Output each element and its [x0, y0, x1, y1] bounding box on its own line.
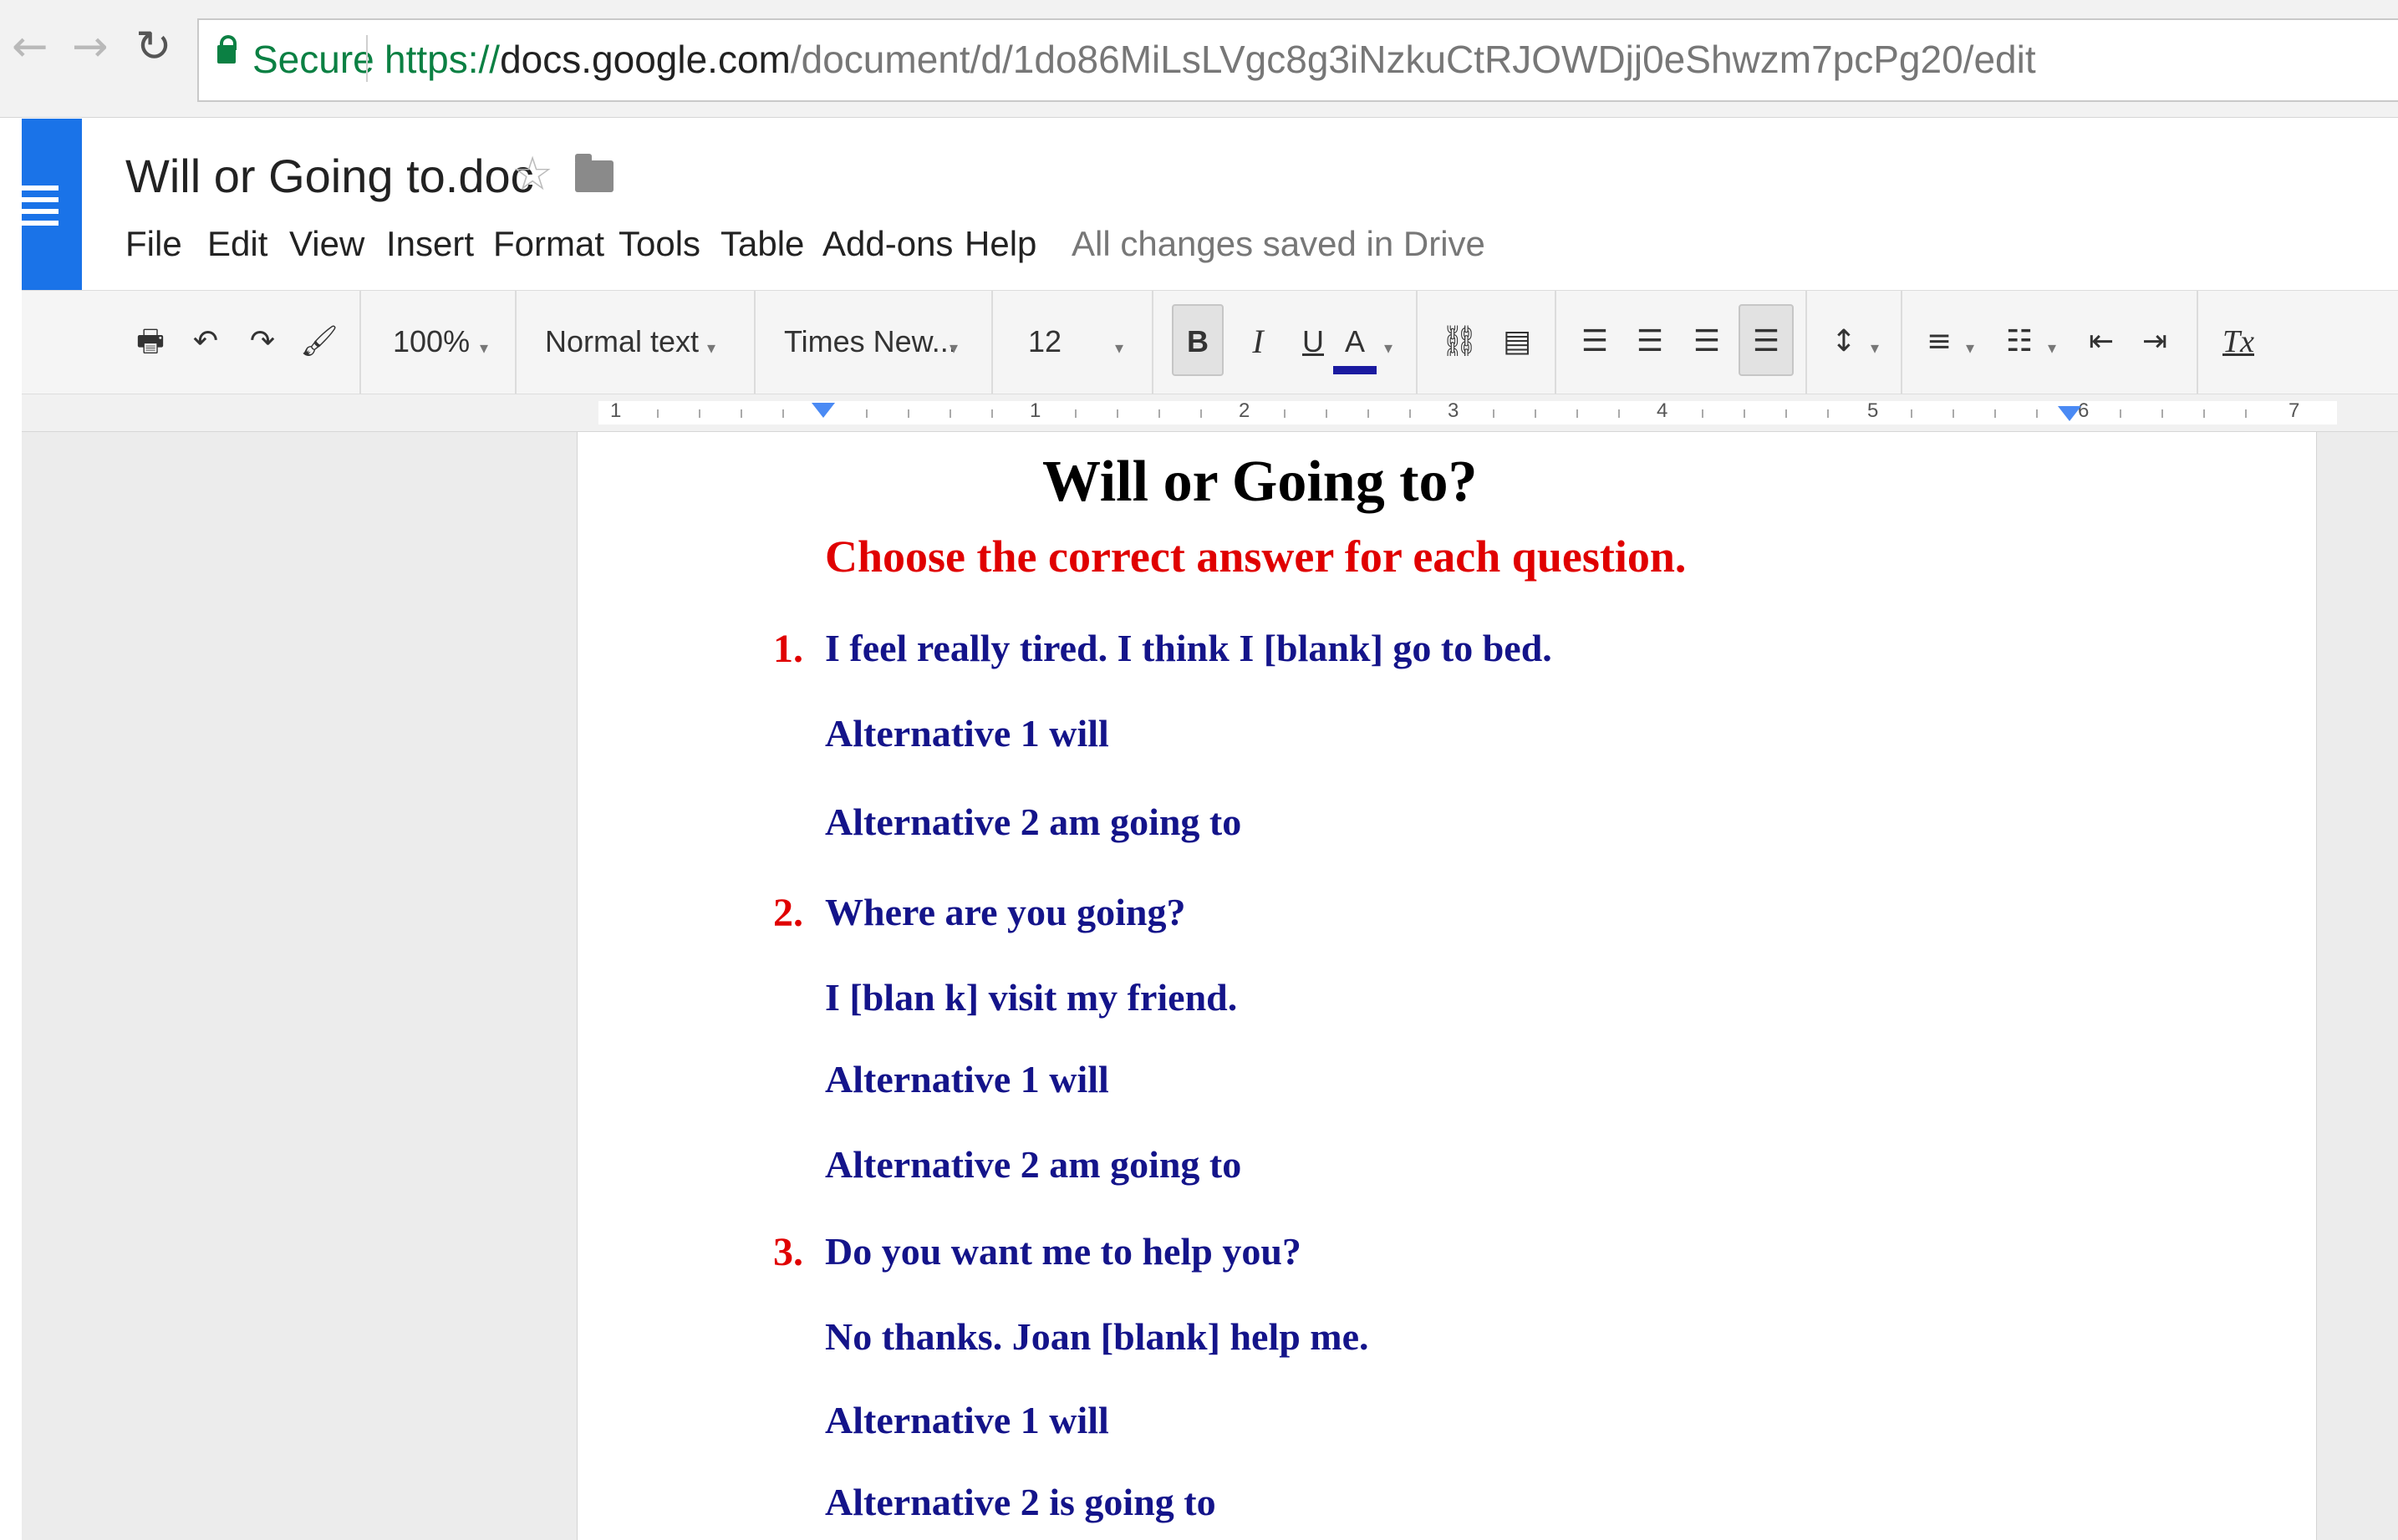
toolbar: 🖶 ↶ ↷ 🖌 100% ▾ Normal text ▾ Times New..…: [22, 290, 2398, 394]
reload-icon[interactable]: ↻: [135, 25, 172, 69]
undo-icon[interactable]: ↶: [184, 313, 227, 371]
url-path: /document/d/1do86MiLsLVgc8g3iNzkuCtRJOWD…: [790, 38, 2036, 81]
menu-insert[interactable]: Insert: [386, 224, 474, 264]
lock-icon: [217, 35, 237, 69]
style-select[interactable]: Normal text: [545, 313, 699, 371]
forward-icon[interactable]: →: [72, 25, 109, 69]
ruler-number: 7: [2289, 399, 2300, 422]
question-number: 2.: [773, 891, 803, 935]
align-left-icon[interactable]: ☰: [1571, 313, 1618, 371]
align-right-icon[interactable]: ☰: [1683, 313, 1730, 371]
menu-table[interactable]: Table: [720, 224, 804, 264]
url-host: docs.google.com: [500, 38, 791, 81]
ruler-number: 5: [1867, 399, 1879, 422]
font-select[interactable]: Times New...: [784, 313, 957, 371]
omnibox-divider: [366, 35, 368, 82]
menu-edit[interactable]: Edit: [207, 224, 267, 264]
paint-format-icon[interactable]: 🖌: [298, 313, 341, 371]
document-page[interactable]: Will or Going to? Choose the correct ans…: [577, 432, 2317, 1540]
bulleted-list-icon[interactable]: ☷: [1996, 313, 2043, 371]
url-text[interactable]: https://docs.google.com/document/d/1do86…: [384, 37, 2036, 82]
answer-line: Alternative 2 is going to: [825, 1481, 1216, 1523]
question-number: 1.: [773, 627, 803, 671]
menu-addons[interactable]: Add-ons: [822, 224, 953, 264]
underline-button[interactable]: U: [1291, 313, 1336, 371]
star-icon[interactable]: ☆: [512, 147, 553, 201]
answer-line: Alternative 2 am going to: [825, 800, 1242, 843]
style-caret-icon[interactable]: ▾: [707, 338, 715, 358]
bold-button[interactable]: B: [1175, 313, 1220, 371]
numbered-list-caret-icon[interactable]: ▾: [1966, 338, 1974, 358]
numbered-list-icon[interactable]: ≡: [1916, 313, 1963, 371]
redo-icon[interactable]: ↷: [241, 313, 284, 371]
right-indent-marker[interactable]: [2058, 406, 2081, 421]
document-title[interactable]: Will or Going to.doc: [125, 149, 534, 203]
ruler-number: 1: [1030, 399, 1041, 422]
folder-icon[interactable]: [575, 154, 614, 192]
increase-indent-icon[interactable]: ⇥: [2131, 313, 2178, 371]
ruler-number: 1: [610, 399, 622, 422]
question-number: 3.: [773, 1230, 803, 1274]
ruler: 1 1 2 3 4 5 6 7: [22, 394, 2398, 432]
print-icon[interactable]: 🖶: [129, 313, 172, 371]
ruler-number: 4: [1657, 399, 1668, 422]
answer-line: No thanks. Joan [blank] help me.: [825, 1315, 1369, 1358]
clear-formatting-button[interactable]: Tx: [2213, 313, 2263, 371]
menu-view[interactable]: View: [289, 224, 364, 264]
menu-tools[interactable]: Tools: [619, 224, 700, 264]
answer-line: I [blan k] visit my friend.: [825, 976, 1238, 1019]
decrease-indent-icon[interactable]: ⇤: [2078, 313, 2125, 371]
address-bar[interactable]: Secure https://docs.google.com/document/…: [197, 18, 2398, 102]
answer-line: Alternative 1 will: [825, 1058, 1109, 1100]
doc-instruction: Choose the correct answer for each quest…: [825, 531, 1687, 582]
menu-help[interactable]: Help: [965, 224, 1036, 264]
question-text: Where are you going?: [825, 891, 1186, 933]
answer-line: Alternative 1 will: [825, 712, 1109, 755]
back-icon[interactable]: ←: [12, 25, 48, 69]
comment-icon[interactable]: ▤: [1494, 313, 1540, 371]
ruler-number: 3: [1448, 399, 1459, 422]
browser-chrome: ← → ↻ Secure https://docs.google.com/doc…: [0, 0, 2398, 118]
docs-logo-icon[interactable]: [22, 119, 82, 290]
answer-line: Alternative 1 will: [825, 1399, 1109, 1441]
text-color-swatch: [1333, 366, 1377, 374]
doc-heading: Will or Going to?: [1042, 450, 1478, 514]
align-center-icon[interactable]: ☰: [1627, 313, 1673, 371]
ruler-number: 2: [1239, 399, 1250, 422]
url-scheme: https://: [384, 38, 501, 81]
question-text: I feel really tired. I think I [blank] g…: [825, 627, 1552, 669]
text-color-caret-icon[interactable]: ▾: [1384, 338, 1392, 358]
left-indent-marker[interactable]: [812, 403, 835, 418]
line-spacing-icon[interactable]: ↕: [1820, 313, 1867, 371]
security-label: Secure: [252, 38, 374, 81]
size-caret-icon[interactable]: ▾: [1115, 338, 1123, 358]
menu-file[interactable]: File: [125, 224, 182, 264]
text-color-button[interactable]: A: [1332, 313, 1377, 371]
save-status[interactable]: All changes saved in Drive: [1072, 224, 1485, 264]
italic-button[interactable]: I: [1235, 313, 1280, 371]
font-caret-icon[interactable]: ▾: [950, 338, 958, 358]
zoom-select[interactable]: 100%: [393, 313, 470, 371]
link-icon[interactable]: ⛓: [1434, 313, 1484, 371]
line-spacing-caret-icon[interactable]: ▾: [1871, 338, 1879, 358]
align-justify-icon[interactable]: ☰: [1742, 313, 1790, 371]
menu-format[interactable]: Format: [493, 224, 604, 264]
question-text: Do you want me to help you?: [825, 1230, 1301, 1273]
answer-line: Alternative 2 am going to: [825, 1143, 1242, 1186]
bulleted-list-caret-icon[interactable]: ▾: [2048, 338, 2056, 358]
zoom-caret-icon[interactable]: ▾: [480, 338, 488, 358]
font-size-select[interactable]: 12: [1028, 313, 1062, 371]
